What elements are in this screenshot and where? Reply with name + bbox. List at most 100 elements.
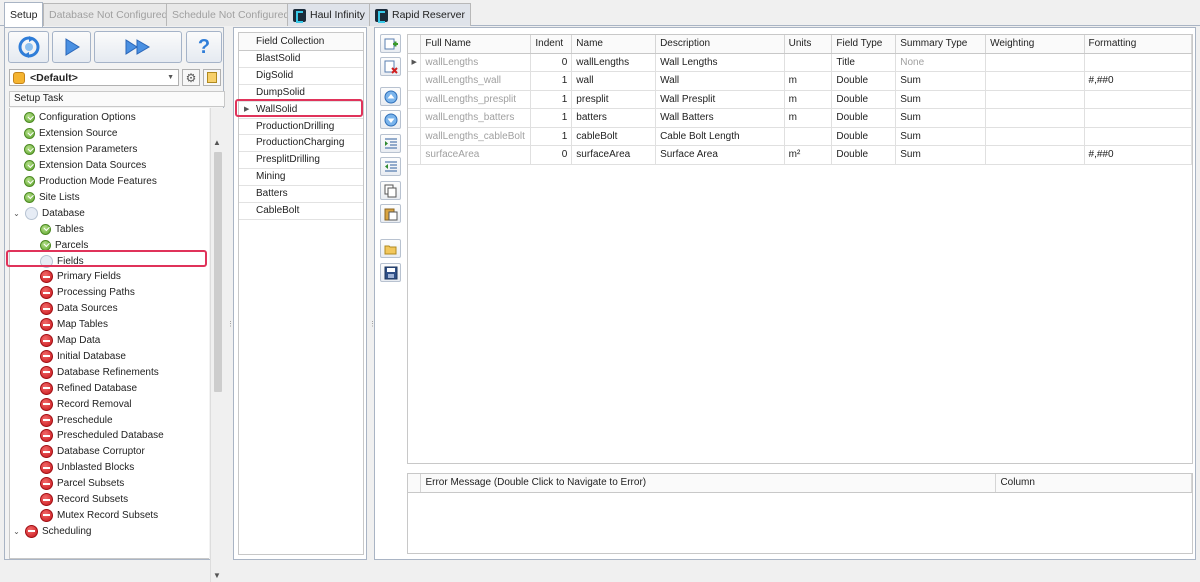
- cell-formatting[interactable]: #,##0: [1084, 145, 1193, 165]
- tree-item[interactable]: Refined Database: [40, 380, 137, 396]
- cell-formatting[interactable]: [1084, 108, 1193, 128]
- cell-description[interactable]: Wall: [655, 71, 785, 91]
- move-down-button[interactable]: [380, 110, 401, 129]
- column-header[interactable]: Full Name: [420, 35, 532, 54]
- cell-formatting[interactable]: [1084, 127, 1193, 146]
- cell-name[interactable]: surfaceArea: [571, 145, 657, 165]
- cell-full-name[interactable]: wallLengths: [420, 53, 532, 72]
- cell-name[interactable]: wall: [571, 71, 657, 91]
- cell-name[interactable]: wallLengths: [571, 53, 657, 72]
- cell-full-name[interactable]: wallLengths_cableBolt: [420, 127, 532, 146]
- move-up-button[interactable]: [380, 87, 401, 106]
- table-row[interactable]: surfaceArea 0 surfaceArea Surface Area m² Dou…: [408, 145, 1193, 165]
- row-selector[interactable]: [408, 145, 422, 165]
- cell-formatting[interactable]: #,##0: [1084, 71, 1193, 91]
- cell-indent[interactable]: 0: [530, 53, 573, 72]
- cell-weighting[interactable]: [985, 90, 1085, 109]
- row-selector[interactable]: [408, 90, 422, 109]
- field-collection-item[interactable]: Mining: [239, 169, 363, 187]
- add-field-button[interactable]: [380, 34, 401, 53]
- cell-description[interactable]: Wall Lengths: [655, 53, 785, 72]
- tab-setup[interactable]: Setup: [4, 2, 44, 27]
- tree-item[interactable]: Initial Database: [40, 349, 126, 365]
- cell-field-type[interactable]: Double: [831, 127, 897, 146]
- column-header[interactable]: Formatting: [1084, 35, 1193, 54]
- scroll-down-icon[interactable]: ▼: [213, 571, 221, 580]
- cell-summary-type[interactable]: Sum: [895, 127, 987, 146]
- tree-item[interactable]: Record Removal: [40, 396, 131, 412]
- indent-button[interactable]: [380, 134, 401, 153]
- scroll-up-icon[interactable]: ▲: [213, 138, 221, 147]
- column-header[interactable]: Units: [784, 35, 833, 54]
- cell-indent[interactable]: 0: [530, 145, 573, 165]
- tab-schedule[interactable]: Schedule Not Configured: [166, 3, 296, 26]
- column-header[interactable]: Column: [995, 474, 1192, 493]
- cell-description[interactable]: Wall Batters: [655, 108, 785, 128]
- table-row[interactable]: wallLengths_presplit 1 presplit Wall Prespl…: [408, 90, 1193, 109]
- column-header[interactable]: Name: [571, 35, 657, 54]
- cell-summary-type[interactable]: Sum: [895, 108, 987, 128]
- tree-item[interactable]: Processing Paths: [40, 285, 135, 301]
- tree-item[interactable]: Record Subsets: [40, 492, 128, 508]
- tree-item[interactable]: Extension Parameters: [24, 142, 137, 158]
- tree-item[interactable]: Prescheduled Database: [40, 428, 164, 444]
- cell-field-type[interactable]: Double: [831, 71, 897, 91]
- tab-rapid-reserver[interactable]: Rapid Reserver: [369, 3, 471, 26]
- save-button[interactable]: [380, 263, 401, 282]
- tree-item[interactable]: Database Refinements: [40, 364, 159, 380]
- tree-item[interactable]: ⌄ Scheduling: [12, 523, 91, 539]
- column-header[interactable]: Description: [655, 35, 785, 54]
- cell-weighting[interactable]: [985, 127, 1085, 146]
- table-row[interactable]: wallLengths_cableBolt 1 cableBolt Cable Bol…: [408, 127, 1193, 146]
- tree-item[interactable]: Configuration Options: [24, 110, 136, 126]
- tree-item[interactable]: Unblasted Blocks: [40, 460, 134, 476]
- column-header[interactable]: Error Message (Double Click to Navigate …: [420, 474, 997, 493]
- field-collection-item[interactable]: Batters: [239, 186, 363, 204]
- table-row[interactable]: ▶ wallLengths 0 wallLengths Wall Lengths Titl…: [408, 53, 1193, 72]
- field-collection-item[interactable]: ProductionDrilling: [239, 119, 363, 136]
- tree-item[interactable]: ⌄ Database: [12, 205, 85, 221]
- field-collection-item[interactable]: PresplitDrilling: [239, 152, 363, 170]
- cell-field-type[interactable]: Double: [831, 90, 897, 109]
- cell-name[interactable]: cableBolt: [571, 127, 657, 146]
- run-button[interactable]: [52, 31, 91, 63]
- tree-item[interactable]: Extension Data Sources: [24, 158, 146, 174]
- column-header[interactable]: Summary Type: [895, 35, 987, 54]
- cell-units[interactable]: m²: [784, 145, 833, 165]
- column-header[interactable]: Field Type: [831, 35, 897, 54]
- cell-description[interactable]: Wall Presplit: [655, 90, 785, 109]
- cell-units[interactable]: [784, 53, 833, 72]
- tree-item[interactable]: Primary Fields: [40, 269, 121, 285]
- cell-indent[interactable]: 1: [530, 108, 573, 128]
- cell-summary-type[interactable]: Sum: [895, 90, 987, 109]
- tree-item[interactable]: Production Mode Features: [24, 174, 157, 190]
- cell-units[interactable]: m: [784, 71, 833, 91]
- cell-full-name[interactable]: wallLengths_batters: [420, 108, 532, 128]
- cell-description[interactable]: Cable Bolt Length: [655, 127, 785, 146]
- table-row[interactable]: wallLengths_batters 1 batters Wall Batters m…: [408, 108, 1193, 128]
- cell-formatting[interactable]: [1084, 53, 1193, 72]
- field-collection-item[interactable]: CableBolt: [239, 203, 363, 220]
- cell-field-type[interactable]: Double: [831, 145, 897, 165]
- open-button[interactable]: [380, 239, 401, 258]
- cell-units[interactable]: m: [784, 90, 833, 109]
- cell-name[interactable]: batters: [571, 108, 657, 128]
- tree-item[interactable]: Mutex Record Subsets: [40, 508, 158, 524]
- cell-weighting[interactable]: [985, 53, 1085, 72]
- tree-scrollbar[interactable]: ▲ ▼: [210, 108, 224, 582]
- column-header[interactable]: Indent: [530, 35, 573, 54]
- field-collection-item[interactable]: DigSolid: [239, 68, 363, 85]
- scroll-thumb[interactable]: [214, 152, 222, 392]
- cell-formatting[interactable]: [1084, 90, 1193, 109]
- tree-item[interactable]: Map Tables: [40, 317, 108, 333]
- cell-full-name[interactable]: wallLengths_presplit: [420, 90, 532, 109]
- cell-weighting[interactable]: [985, 108, 1085, 128]
- splitter-grip[interactable]: ⋮: [227, 321, 234, 337]
- field-collection-item[interactable]: ProductionCharging: [239, 135, 363, 153]
- tab-database[interactable]: Database Not Configured: [43, 3, 174, 26]
- row-selector[interactable]: [408, 108, 422, 128]
- cell-indent[interactable]: 1: [530, 127, 573, 146]
- delete-field-button[interactable]: [380, 57, 401, 76]
- tree-item[interactable]: Extension Source: [24, 126, 117, 142]
- row-selector[interactable]: [408, 71, 422, 91]
